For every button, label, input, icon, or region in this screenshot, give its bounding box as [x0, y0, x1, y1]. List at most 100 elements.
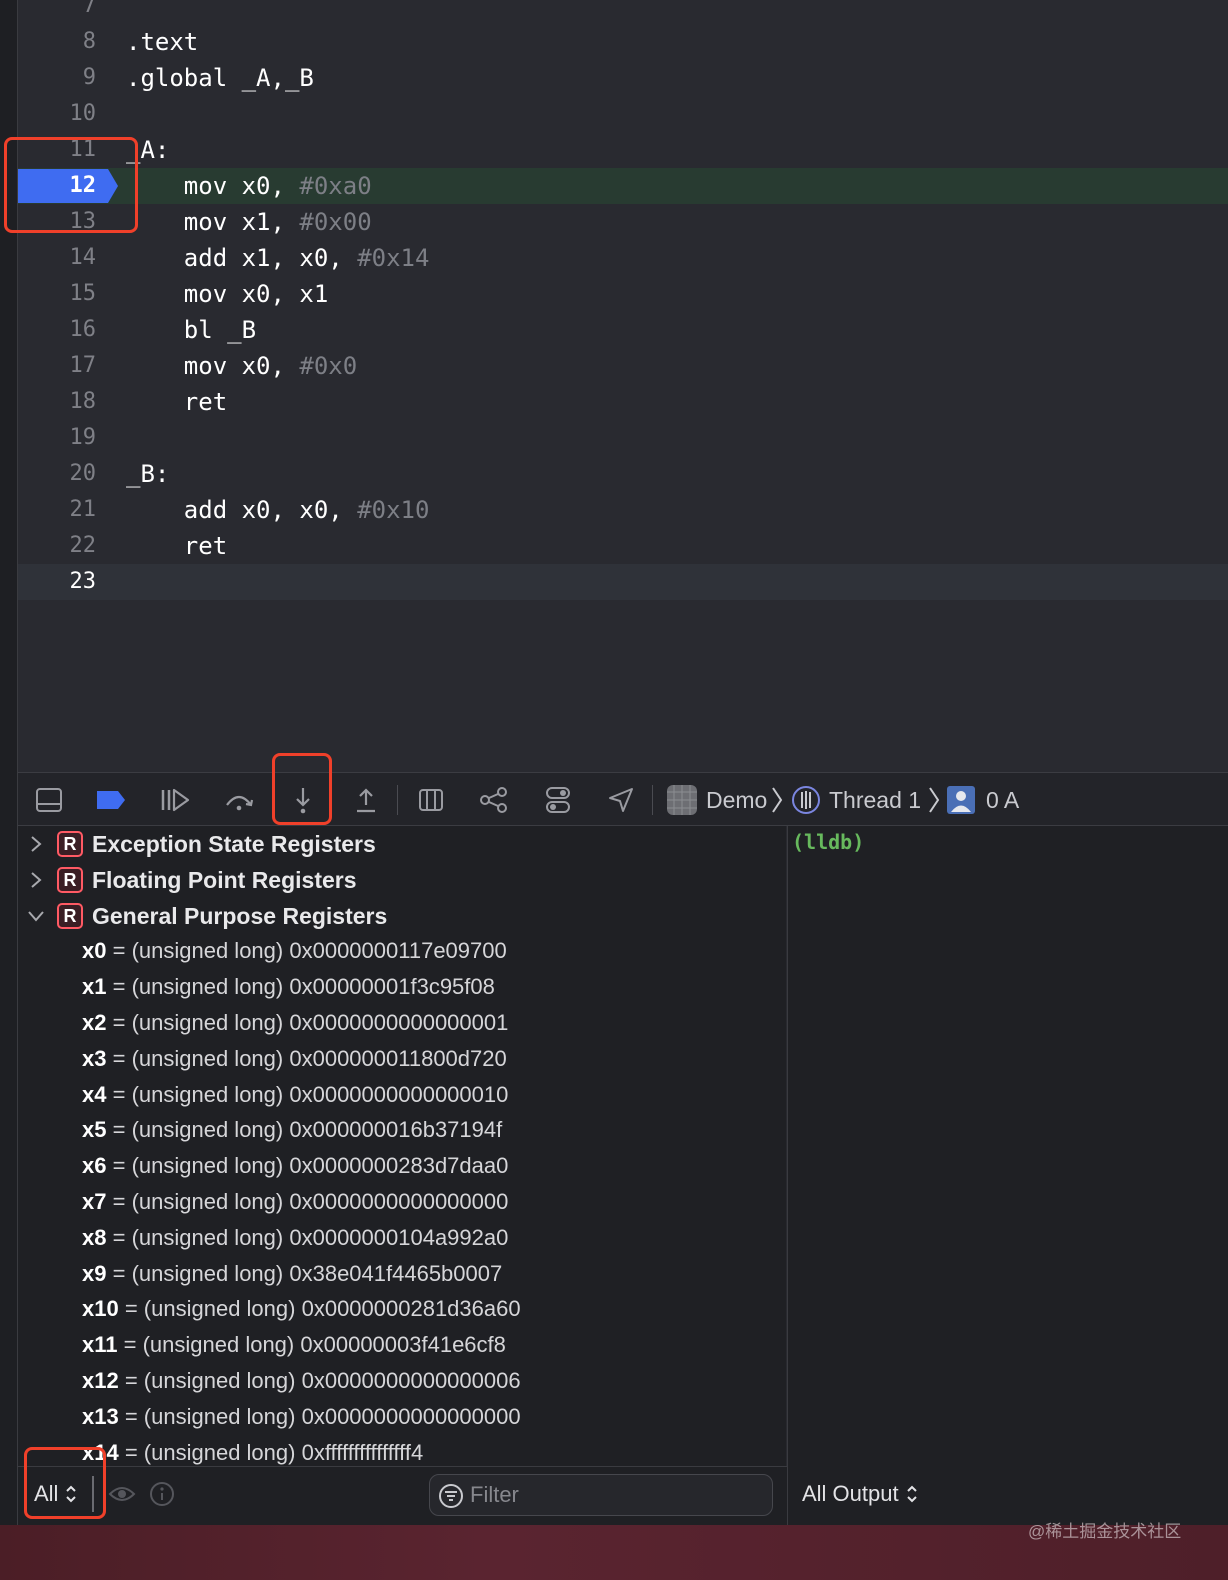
register-name: x6 — [82, 1153, 107, 1178]
source-editor[interactable]: 78 .text 9 .global _A,_B 1011 _A: 12 mov x0, #… — [0, 0, 1228, 772]
register-group-row[interactable]: R General Purpose Registers — [18, 898, 786, 934]
register-row[interactable]: x5 = (unsigned long) 0x000000016b37194f — [82, 1112, 502, 1148]
code-immediate: #0x00 — [299, 208, 372, 236]
line-number[interactable]: 15 — [18, 276, 97, 312]
register-group-title: Exception State Registers — [92, 830, 376, 857]
code-line[interactable]: 23 — [18, 564, 1228, 600]
register-row[interactable]: x10 = (unsigned long) 0x0000000281d36a60 — [82, 1291, 521, 1327]
line-number[interactable]: 23 — [18, 564, 97, 600]
step-over-button[interactable] — [218, 779, 260, 821]
line-number[interactable]: 10 — [18, 96, 97, 132]
equals-sign: = — [118, 1296, 144, 1321]
code-line[interactable]: 8 .text — [18, 24, 1228, 60]
memory-graph-button[interactable] — [473, 779, 515, 821]
info-icon — [150, 1482, 174, 1506]
thread-icon — [792, 786, 820, 814]
register-row[interactable]: x2 = (unsigned long) 0x0000000000000001 — [82, 1005, 508, 1041]
equals-sign: = — [106, 938, 132, 963]
register-name: x3 — [82, 1046, 107, 1071]
register-row[interactable]: x4 = (unsigned long) 0x0000000000000010 — [82, 1077, 508, 1113]
register-row[interactable]: x6 = (unsigned long) 0x0000000283d7daa0 — [82, 1148, 508, 1184]
line-number[interactable]: 11 — [18, 132, 97, 168]
code-line[interactable]: 11 _A: — [18, 132, 1228, 168]
stack-frame-user-icon — [947, 786, 975, 814]
line-number[interactable]: 21 — [18, 492, 97, 528]
breadcrumb-thread[interactable]: Thread 1 — [791, 781, 921, 819]
register-row[interactable]: x0 = (unsigned long) 0x0000000117e09700 — [82, 933, 507, 969]
register-type: (unsigned long) — [131, 1010, 284, 1035]
view-debugger-button[interactable] — [410, 779, 452, 821]
print-description-button[interactable] — [149, 1481, 175, 1512]
register-name: x2 — [82, 1010, 107, 1035]
register-row[interactable]: x7 = (unsigned long) 0x0000000000000000 — [82, 1184, 508, 1220]
console-view[interactable] — [787, 826, 1228, 1525]
simulate-location-button[interactable] — [600, 779, 642, 821]
breadcrumb-target[interactable]: Demo — [666, 781, 767, 819]
filter-input[interactable] — [470, 1478, 760, 1512]
code-immediate: #0x14 — [357, 244, 430, 272]
step-into-button[interactable] — [282, 779, 324, 821]
line-number[interactable]: 13 — [18, 204, 97, 240]
register-group-row[interactable]: R Exception State Registers — [18, 826, 786, 862]
line-number[interactable]: 17 — [18, 348, 97, 384]
register-row[interactable]: x3 = (unsigned long) 0x000000011800d720 — [82, 1041, 507, 1077]
register-row[interactable]: x11 = (unsigned long) 0x00000003f41e6cf8 — [82, 1327, 506, 1363]
register-row[interactable]: x8 = (unsigned long) 0x0000000104a992a0 — [82, 1220, 508, 1256]
code-line[interactable]: 22 ret — [18, 528, 1228, 564]
line-number[interactable]: 9 — [18, 60, 96, 96]
register-name: x14 — [82, 1440, 119, 1465]
code-line[interactable]: 20 _B: — [18, 456, 1228, 492]
code-line[interactable]: 12 mov x0, #0xa0 — [18, 168, 1228, 204]
equals-sign: = — [118, 1368, 144, 1393]
code-line[interactable]: 14 add x1, x0, #0x14 — [18, 240, 1228, 276]
line-number[interactable]: 7 — [18, 0, 96, 24]
code-line[interactable]: 10 — [18, 96, 1228, 132]
code-line[interactable]: 21 add x0, x0, #0x10 — [18, 492, 1228, 528]
environment-overrides-button[interactable] — [537, 779, 579, 821]
register-value: 0x0000000104a992a0 — [289, 1225, 509, 1250]
code-line[interactable]: 16 bl _B — [18, 312, 1228, 348]
register-row[interactable]: x1 = (unsigned long) 0x00000001f3c95f08 — [82, 969, 495, 1005]
line-number[interactable]: 19 — [18, 420, 97, 456]
line-number[interactable]: 14 — [18, 240, 97, 276]
line-number[interactable]: 16 — [18, 312, 97, 348]
code-line[interactable]: 19 — [18, 420, 1228, 456]
register-badge-icon: R — [57, 831, 83, 857]
breadcrumb-frame[interactable]: 0 A — [946, 781, 1019, 819]
line-number[interactable]: 22 — [18, 528, 97, 564]
code-line[interactable]: 9 .global _A,_B — [18, 60, 1228, 96]
code-line[interactable]: 7 — [18, 0, 1228, 24]
continue-button[interactable] — [154, 779, 196, 821]
line-number[interactable]: 20 — [18, 456, 97, 492]
register-name: x5 — [82, 1117, 107, 1142]
lldb-prompt: (lldb) — [792, 830, 865, 854]
register-group-row[interactable]: R Floating Point Registers — [18, 862, 786, 898]
code-line[interactable]: 17 mov x0, #0x0 — [18, 348, 1228, 384]
console-output-popup[interactable]: All Output — [802, 1473, 919, 1515]
code-line[interactable]: 13 mov x1, #0x00 — [18, 204, 1228, 240]
register-row[interactable]: x14 = (unsigned long) 0xfffffffffffffff4 — [82, 1435, 423, 1466]
chevron-right-icon[interactable] — [26, 870, 46, 890]
register-row[interactable]: x13 = (unsigned long) 0x0000000000000000 — [82, 1399, 521, 1435]
quick-look-button[interactable] — [108, 1481, 136, 1512]
register-row[interactable]: x9 = (unsigned long) 0x38e041f4465b0007 — [82, 1256, 502, 1292]
chevron-right-icon[interactable] — [26, 834, 46, 854]
up-down-chevron-icon — [66, 1485, 77, 1503]
line-number[interactable]: 8 — [18, 24, 96, 60]
breakpoints-toggle-button[interactable] — [90, 779, 132, 821]
register-name: x4 — [82, 1082, 107, 1107]
register-row[interactable]: x12 = (unsigned long) 0x0000000000000006 — [82, 1363, 521, 1399]
variables-view[interactable]: R Exception State Registers R Floating Poin… — [18, 826, 786, 1466]
filter-icon — [439, 1484, 463, 1508]
hide-debug-area-button[interactable] — [28, 779, 70, 821]
line-number[interactable]: 18 — [18, 384, 97, 420]
breadcrumb-frame-label: 0 A — [986, 786, 1020, 813]
code-line[interactable]: 15 mov x0, x1 — [18, 276, 1228, 312]
variables-filter[interactable] — [429, 1474, 773, 1516]
step-over-icon — [226, 795, 254, 811]
register-name: x9 — [82, 1261, 107, 1286]
variables-scope-popup[interactable]: All — [34, 1473, 78, 1515]
chevron-down-icon[interactable] — [26, 906, 46, 926]
step-out-button[interactable] — [345, 779, 387, 821]
code-line[interactable]: 18 ret — [18, 384, 1228, 420]
